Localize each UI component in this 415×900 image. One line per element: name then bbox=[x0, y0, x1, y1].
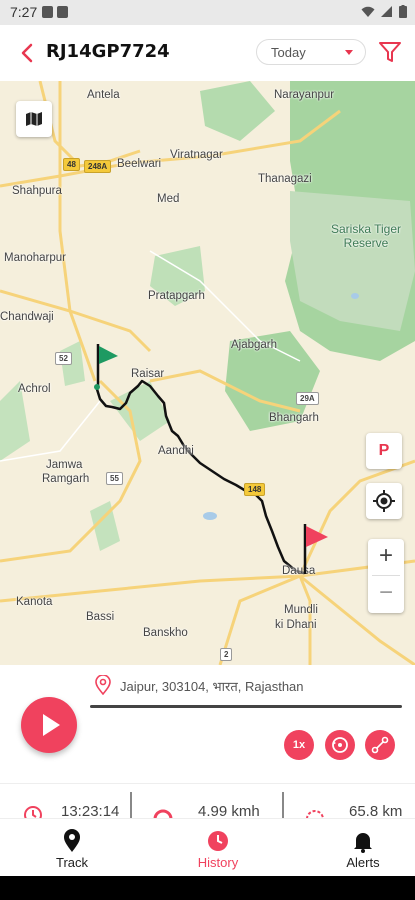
map-icon bbox=[26, 112, 42, 126]
battery-icon bbox=[399, 5, 407, 18]
map-label: Ramgarh bbox=[42, 473, 90, 485]
playback-panel: Jaipur, 303104, भारत, Rajasthan 1x bbox=[0, 665, 415, 783]
status-time: 7:27 bbox=[10, 4, 38, 20]
date-filter-value: Today bbox=[271, 45, 306, 60]
map-label: Banskho bbox=[143, 627, 188, 639]
park-label-line2: Reserve bbox=[343, 236, 389, 250]
map-label: Manoharpur bbox=[4, 252, 67, 264]
map-label: Med bbox=[157, 193, 180, 205]
route-button[interactable] bbox=[365, 730, 395, 760]
playback-seekbar[interactable] bbox=[90, 705, 402, 708]
locate-icon bbox=[373, 490, 395, 512]
end-flag-icon bbox=[303, 524, 328, 574]
history-clock-icon bbox=[208, 831, 228, 851]
map-label: Chandwaji bbox=[0, 311, 54, 323]
parking-button[interactable]: P bbox=[366, 433, 402, 469]
highway-shield: 48 bbox=[63, 158, 80, 171]
nav-history-label: History bbox=[197, 855, 239, 870]
nav-alerts[interactable]: Alerts bbox=[313, 829, 413, 870]
current-address: Jaipur, 303104, भारत, Rajasthan bbox=[120, 679, 304, 694]
map-label: Raisar bbox=[131, 368, 165, 380]
nav-history[interactable]: History bbox=[168, 829, 268, 870]
map-label: Jamwa bbox=[46, 459, 83, 471]
stat-divider bbox=[282, 792, 284, 818]
stat-time: 13:23:14 bbox=[61, 803, 120, 818]
map-label: Mundli bbox=[284, 604, 318, 616]
route-icon bbox=[371, 736, 389, 754]
park-label: Sariska Tiger Reserve bbox=[331, 222, 401, 250]
date-filter-dropdown[interactable]: Today bbox=[256, 39, 366, 65]
my-location-button[interactable] bbox=[366, 483, 402, 519]
zoom-out-button[interactable]: − bbox=[368, 576, 404, 612]
odometer-icon bbox=[306, 810, 324, 818]
map-view[interactable]: Antela Narayanpur Beelwari Viratnagar Th… bbox=[0, 81, 415, 665]
play-icon bbox=[43, 714, 60, 736]
speed-button[interactable]: 1x bbox=[284, 730, 314, 760]
map-label: Narayanpur bbox=[274, 89, 335, 101]
map-label: Viratnagar bbox=[170, 149, 223, 161]
notification-icons bbox=[42, 6, 68, 18]
vehicle-number: RJ14GP7724 bbox=[46, 41, 170, 62]
location-pin-icon bbox=[95, 675, 111, 695]
system-icons bbox=[361, 5, 407, 18]
speedometer-icon bbox=[153, 809, 173, 818]
filter-icon[interactable] bbox=[378, 39, 402, 65]
replay-icon bbox=[332, 737, 348, 753]
highway-shield: 29A bbox=[296, 392, 319, 405]
map-label: Kanota bbox=[16, 596, 53, 608]
nav-alerts-label: Alerts bbox=[346, 855, 380, 870]
bell-icon bbox=[354, 833, 372, 853]
back-arrow-icon[interactable] bbox=[14, 39, 40, 67]
status-bar: 7:27 bbox=[0, 0, 415, 25]
highway-shield: 148 bbox=[244, 483, 266, 496]
highway-shield: 55 bbox=[106, 472, 123, 485]
sim-notification-icon bbox=[57, 6, 68, 18]
map-label: Ajabgarh bbox=[231, 339, 278, 351]
map-label: Thanagazi bbox=[258, 173, 312, 185]
parking-label: P bbox=[378, 442, 390, 459]
highway-shield: 248A bbox=[84, 160, 112, 173]
wifi-icon bbox=[361, 6, 375, 17]
zoom-control: + − bbox=[368, 539, 404, 613]
replay-button[interactable] bbox=[325, 730, 355, 760]
map-label: Antela bbox=[87, 89, 120, 101]
start-flag-icon bbox=[94, 344, 118, 390]
system-navigation-bar bbox=[0, 876, 415, 900]
play-button[interactable] bbox=[21, 697, 77, 753]
stat-distance: 65.8 km bbox=[349, 803, 403, 818]
map-label: Shahpura bbox=[12, 185, 62, 197]
zoom-in-button[interactable]: + bbox=[368, 539, 404, 575]
signal-icon bbox=[381, 5, 392, 17]
settings-notification-icon bbox=[42, 6, 53, 18]
park-label-line1: Sariska Tiger bbox=[331, 222, 402, 236]
nav-track-label: Track bbox=[55, 855, 89, 870]
trip-stats: 13:23:14 4.99 kmh 65.8 km bbox=[0, 783, 415, 818]
map-label: Pratapgarh bbox=[148, 290, 205, 302]
map-layers-button[interactable] bbox=[16, 101, 52, 137]
map-label: ki Dhani bbox=[275, 619, 317, 631]
bottom-navigation: Track History Alerts bbox=[0, 818, 415, 876]
map-pin-icon bbox=[64, 829, 80, 852]
chevron-down-icon bbox=[345, 50, 353, 55]
nav-track[interactable]: Track bbox=[22, 829, 122, 870]
map-label: Aandhi bbox=[158, 445, 194, 457]
stat-divider bbox=[130, 792, 132, 818]
map-label: Beelwari bbox=[117, 158, 162, 170]
stat-speed: 4.99 kmh bbox=[198, 803, 260, 818]
highway-shield: 52 bbox=[55, 352, 72, 365]
map-label: Achrol bbox=[18, 383, 51, 395]
highway-shield: 2 bbox=[220, 648, 233, 661]
clock-icon bbox=[24, 806, 42, 818]
map-label: Bhangarh bbox=[269, 412, 319, 424]
app-bar: RJ14GP7724 Today bbox=[0, 25, 415, 81]
map-label: Bassi bbox=[86, 611, 115, 623]
